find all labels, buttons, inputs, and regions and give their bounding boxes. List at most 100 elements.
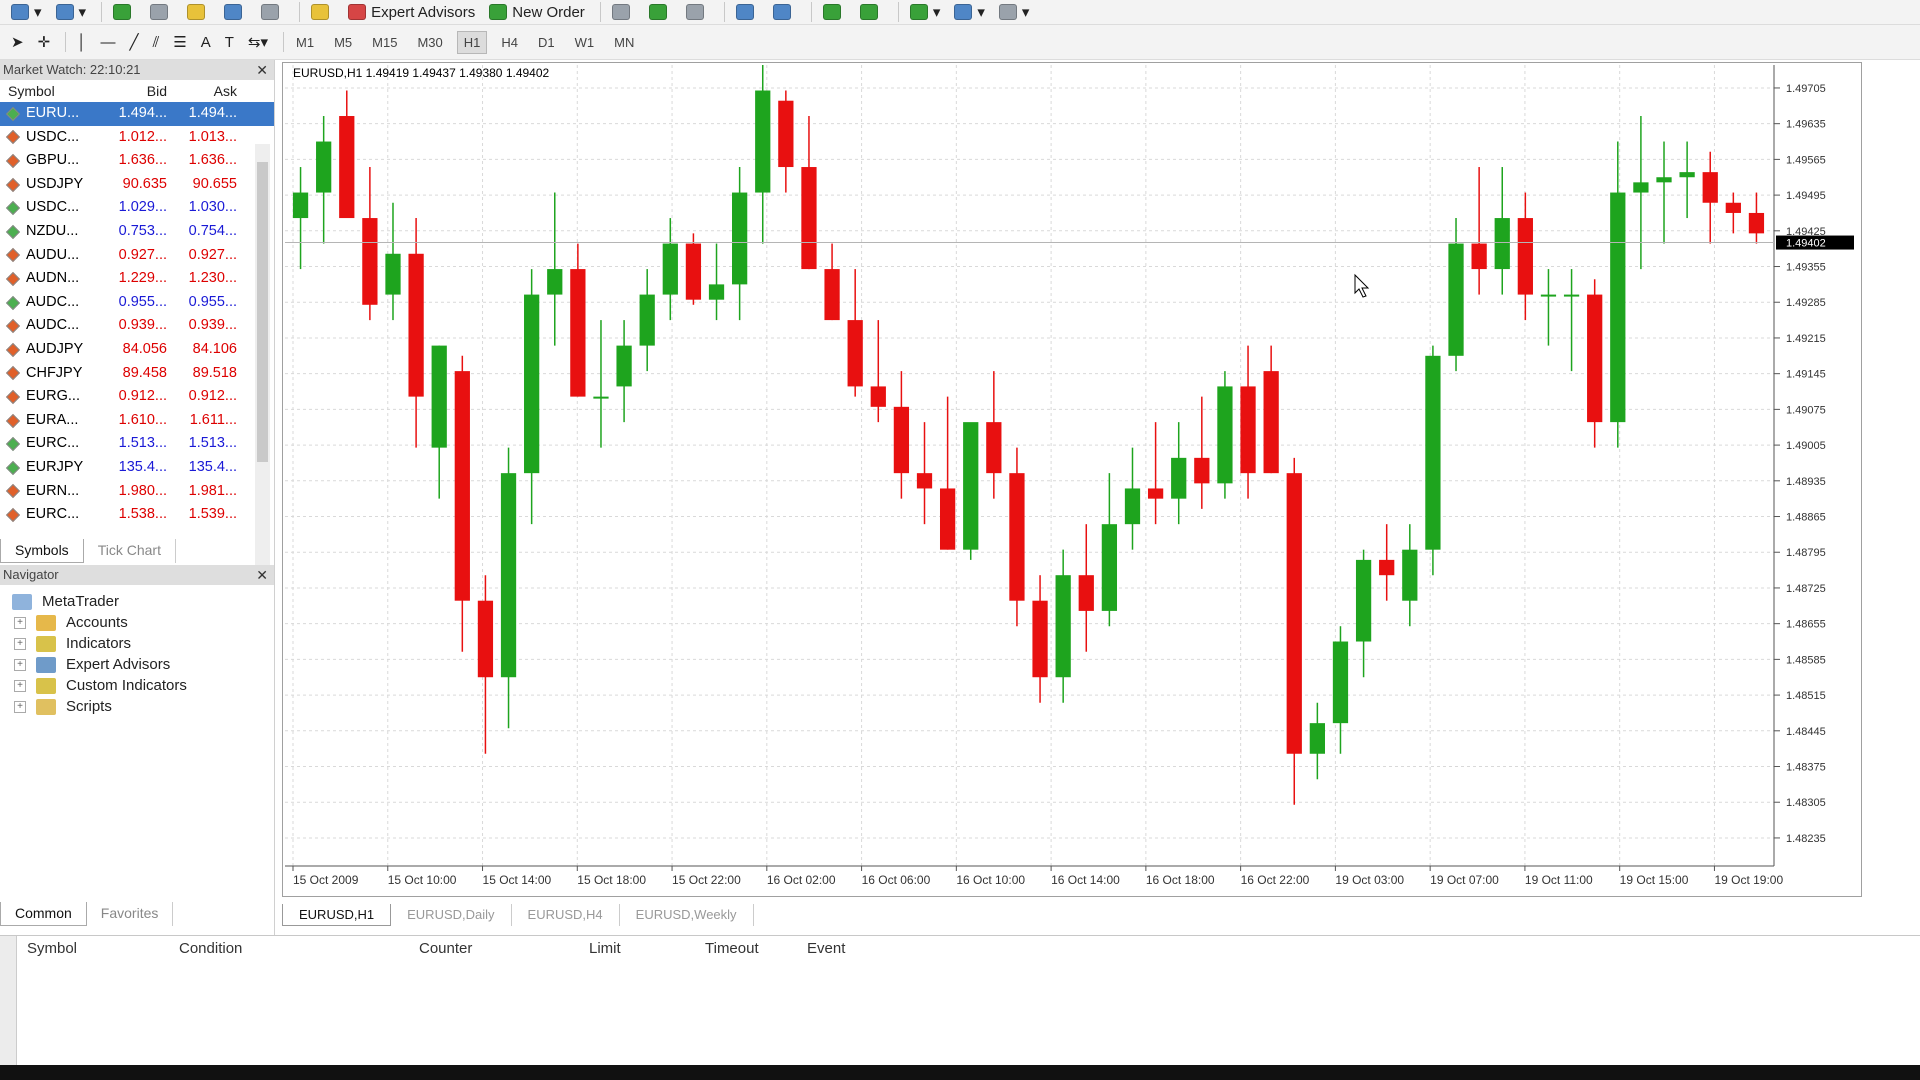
metaeditor-button[interactable] xyxy=(306,1,339,24)
x-tick-label: 16 Oct 10:00 xyxy=(956,873,1025,887)
chart-shift-button[interactable] xyxy=(855,1,888,24)
alerts-column-timeout[interactable]: Timeout xyxy=(705,936,807,962)
market-watch-toggle[interactable] xyxy=(108,1,141,24)
main-toolbar: ▾ ▾ Expert Advisors New Order ▾ ▾ ▾ xyxy=(0,0,1920,25)
timeframe-h4[interactable]: H4 xyxy=(495,32,524,53)
timeframe-m30[interactable]: M30 xyxy=(411,32,448,53)
tab-tick-chart[interactable]: Tick Chart xyxy=(84,539,176,563)
market-watch-row[interactable]: AUDN... 1.229... 1.230... xyxy=(0,267,274,291)
nav-root[interactable]: MetaTrader xyxy=(0,591,274,612)
market-watch-row[interactable]: NZDU... 0.753... 0.754... xyxy=(0,220,274,244)
bar-chart-button[interactable] xyxy=(607,1,640,24)
nav-item-expert-advisors[interactable]: + Expert Advisors xyxy=(0,654,274,675)
new-order-button[interactable]: New Order xyxy=(484,1,590,24)
tab-eurusd-h1[interactable]: EURUSD,H1 xyxy=(282,904,392,926)
templates-dropdown[interactable]: ▾ xyxy=(994,1,1035,24)
market-watch-row[interactable]: EURU... 1.494... 1.494... xyxy=(0,102,274,126)
close-icon[interactable]: ✕ xyxy=(256,60,268,80)
timeframe-h1[interactable]: H1 xyxy=(456,30,488,54)
tester-icon xyxy=(261,4,280,20)
candle-body xyxy=(1748,212,1765,234)
market-watch-row[interactable]: EURG... 0.912... 0.912... xyxy=(0,385,274,409)
indicators-dropdown[interactable]: ▾ xyxy=(905,1,946,24)
expand-icon[interactable]: + xyxy=(14,700,26,713)
text-tool[interactable]: A xyxy=(196,31,216,54)
expand-icon[interactable]: + xyxy=(14,679,26,692)
timeframe-w1[interactable]: W1 xyxy=(569,32,601,53)
market-watch-scrollbar[interactable] xyxy=(255,144,270,589)
timeframe-m5[interactable]: M5 xyxy=(328,32,358,53)
y-tick-label: 1.49145 xyxy=(1786,369,1826,381)
market-watch-row[interactable]: USDJPY 90.635 90.655 xyxy=(0,173,274,197)
market-watch-row[interactable]: EURA... 1.610... 1.611... xyxy=(0,409,274,433)
horizontal-line-tool[interactable]: — xyxy=(96,31,121,54)
fibonacci-tool[interactable]: ☰ xyxy=(168,31,191,54)
symbol-name: AUDN... xyxy=(26,270,80,287)
market-watch-row[interactable]: AUDU... 0.927... 0.927... xyxy=(0,244,274,268)
tab-eurusd-daily[interactable]: EURUSD,Daily xyxy=(391,904,512,926)
nav-item-accounts[interactable]: + Accounts xyxy=(0,612,274,633)
navigator-toggle[interactable] xyxy=(145,1,178,24)
alerts-column-counter[interactable]: Counter xyxy=(419,936,589,962)
nav-item-custom-indicators[interactable]: + Custom Indicators xyxy=(0,675,274,696)
line-chart-button[interactable] xyxy=(681,1,714,24)
column-header-bid[interactable]: Bid xyxy=(105,80,173,102)
trendline-tool[interactable]: ╱ xyxy=(125,31,144,54)
vertical-line-tool[interactable]: │ xyxy=(72,31,91,54)
bid-cell: 1.494... xyxy=(118,105,167,121)
auto-scroll-button[interactable] xyxy=(818,1,851,24)
market-watch-row[interactable]: USDC... 1.012... 1.013... xyxy=(0,126,274,150)
crosshair-tool[interactable]: ✛ xyxy=(33,31,56,54)
market-watch-row[interactable]: EURC... 1.513... 1.513... xyxy=(0,432,274,456)
nav-item-scripts[interactable]: + Scripts xyxy=(0,696,274,717)
market-watch-row[interactable]: AUDJPY 84.056 84.106 xyxy=(0,338,274,362)
expand-icon[interactable]: + xyxy=(14,616,26,629)
close-icon[interactable]: ✕ xyxy=(256,565,268,585)
alerts-column-limit[interactable]: Limit xyxy=(589,936,705,962)
zoom-in-button[interactable] xyxy=(731,1,764,24)
strategy-tester-toggle[interactable] xyxy=(256,1,289,24)
tab-eurusd-weekly[interactable]: EURUSD,Weekly xyxy=(620,904,754,926)
tab-symbols[interactable]: Symbols xyxy=(0,539,84,563)
tab-eurusd-h4[interactable]: EURUSD,H4 xyxy=(512,904,620,926)
symbol-cell: USDC... xyxy=(0,196,105,220)
candlestick-chart[interactable]: 1.497051.496351.495651.494951.494251.493… xyxy=(283,63,1863,898)
column-header-symbol[interactable]: Symbol xyxy=(0,80,105,102)
cursor-tool[interactable]: ➤ xyxy=(6,31,29,54)
market-watch-row[interactable]: AUDC... 0.939... 0.939... xyxy=(0,314,274,338)
nav-item-indicators[interactable]: + Indicators xyxy=(0,633,274,654)
timeframe-m15[interactable]: M15 xyxy=(366,32,403,53)
text-label-tool[interactable]: T xyxy=(220,31,239,54)
periods-dropdown[interactable]: ▾ xyxy=(949,1,990,24)
tab-common[interactable]: Common xyxy=(0,902,87,926)
data-window-toggle[interactable] xyxy=(182,1,215,24)
market-watch-row[interactable]: EURJPY 135.4... 135.4... xyxy=(0,456,274,480)
terminal-toggle[interactable] xyxy=(219,1,252,24)
market-watch-row[interactable]: EURN... 1.980... 1.981... xyxy=(0,480,274,504)
market-watch-row[interactable]: USDC... 1.029... 1.030... xyxy=(0,196,274,220)
alerts-column-condition[interactable]: Condition xyxy=(179,936,419,962)
expand-icon[interactable]: + xyxy=(14,658,26,671)
timeframe-mn[interactable]: MN xyxy=(608,32,640,53)
expert-advisors-button[interactable]: Expert Advisors xyxy=(343,1,480,24)
timeframe-m1[interactable]: M1 xyxy=(290,32,320,53)
market-watch-row[interactable]: AUDC... 0.955... 0.955... xyxy=(0,291,274,315)
alerts-column-event[interactable]: Event xyxy=(807,936,907,962)
chart-window[interactable]: 1.49705 1.49635 1.49565 1.49495 1.49425 1.493… xyxy=(282,62,1862,897)
scrollbar-thumb[interactable] xyxy=(257,162,268,462)
profiles-button[interactable]: ▾ xyxy=(51,1,92,24)
expand-icon[interactable]: + xyxy=(14,637,26,650)
candlestick-button[interactable] xyxy=(644,1,677,24)
new-chart-button[interactable]: ▾ xyxy=(6,1,47,24)
tab-favorites[interactable]: Favorites xyxy=(87,902,174,926)
market-watch-row[interactable]: CHFJPY 89.458 89.518 xyxy=(0,362,274,386)
candle-body xyxy=(1517,218,1533,295)
column-header-ask[interactable]: Ask xyxy=(173,80,243,102)
arrows-dropdown[interactable]: ⇆▾ xyxy=(243,31,273,54)
market-watch-row[interactable]: GBPU... 1.636... 1.636... xyxy=(0,149,274,173)
market-watch-row[interactable]: EURC... 1.538... 1.539... xyxy=(0,503,274,527)
alerts-column-symbol[interactable]: Symbol xyxy=(27,936,179,962)
zoom-out-button[interactable] xyxy=(768,1,801,24)
timeframe-d1[interactable]: D1 xyxy=(532,32,561,53)
channel-tool[interactable]: ⫽ xyxy=(148,31,165,54)
